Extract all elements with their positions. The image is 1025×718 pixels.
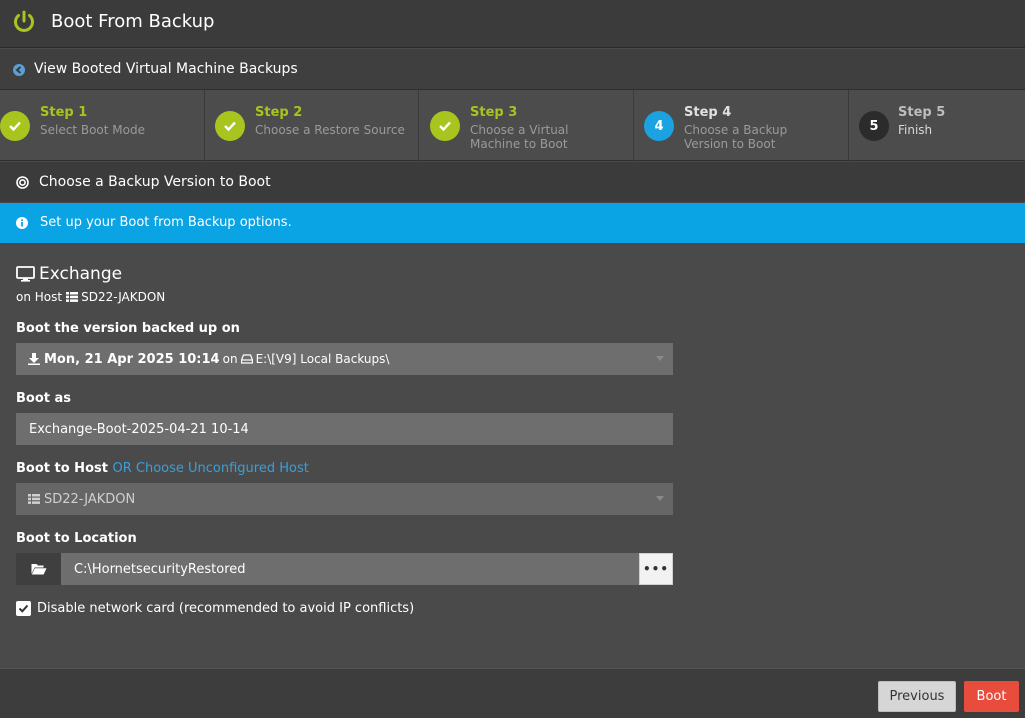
step-description: Choose a Restore Source bbox=[255, 123, 405, 137]
disable-nic-row[interactable]: Disable network card (recommended to avo… bbox=[16, 601, 414, 616]
step-number: 4 bbox=[644, 111, 674, 141]
monitor-icon bbox=[16, 266, 35, 282]
boot-location-input[interactable]: C:\HornetsecurityRestored bbox=[61, 553, 639, 585]
step-label: Step 2 bbox=[255, 105, 303, 120]
server-icon bbox=[28, 494, 40, 504]
step-number: 5 bbox=[859, 111, 889, 141]
info-text: Set up your Boot from Backup options. bbox=[40, 215, 292, 230]
boot-as-label: Boot as bbox=[16, 391, 72, 406]
boot-as-value: Exchange-Boot-2025-04-21 10-14 bbox=[29, 421, 249, 437]
version-date: Mon, 21 Apr 2025 10:14 bbox=[44, 351, 220, 367]
step-label: Step 4 bbox=[684, 105, 732, 120]
check-icon bbox=[18, 604, 29, 613]
hard-drive-icon bbox=[240, 354, 253, 364]
power-icon bbox=[14, 10, 34, 32]
boot-to-host-label: Boot to Host OR Choose Unconfigured Host bbox=[16, 461, 309, 476]
chevron-down-icon bbox=[656, 356, 664, 361]
step-1: Step 1 Select Boot Mode bbox=[0, 90, 205, 161]
step-description: Choose a Virtual Machine to Boot bbox=[470, 123, 569, 151]
step-4: 4 Step 4 Choose a Backup Version to Boot bbox=[634, 90, 849, 161]
target-icon bbox=[16, 176, 29, 189]
step-description: Select Boot Mode bbox=[40, 123, 145, 137]
disable-nic-label: Disable network card (recommended to avo… bbox=[37, 601, 415, 616]
info-banner: Set up your Boot from Backup options. bbox=[0, 203, 1025, 243]
title-bar: Boot From Backup bbox=[0, 0, 1025, 48]
version-label: Boot the version backed up on bbox=[16, 321, 240, 336]
wizard-steps: Step 1 Select Boot Mode Step 2 Choose a … bbox=[0, 90, 1025, 161]
disable-nic-checkbox[interactable] bbox=[16, 601, 31, 616]
step-description: Choose a Backup Version to Boot bbox=[684, 123, 788, 151]
section-title: Choose a Backup Version to Boot bbox=[39, 174, 271, 190]
boot-to-host-select[interactable]: SD22-JAKDON bbox=[16, 483, 673, 515]
step-label: Step 5 bbox=[898, 105, 946, 120]
chevron-down-icon bbox=[656, 496, 664, 501]
check-icon bbox=[215, 111, 245, 141]
host-prefix: on Host bbox=[16, 290, 63, 304]
arrow-left-circle-icon[interactable] bbox=[13, 64, 25, 76]
previous-button[interactable]: Previous bbox=[878, 681, 956, 712]
app-title: Boot From Backup bbox=[51, 11, 215, 32]
check-icon bbox=[430, 111, 460, 141]
section-header: Choose a Backup Version to Boot bbox=[0, 162, 1025, 202]
server-icon bbox=[66, 292, 79, 302]
folder-open-icon bbox=[31, 564, 46, 575]
step-label: Step 1 bbox=[40, 105, 88, 120]
download-icon bbox=[28, 353, 40, 365]
boot-button[interactable]: Boot bbox=[964, 681, 1019, 712]
version-on: on bbox=[222, 352, 238, 366]
backup-version-select[interactable]: Mon, 21 Apr 2025 10:14 on E:\[V9] Local … bbox=[16, 343, 673, 375]
check-icon bbox=[0, 111, 30, 141]
choose-unconfigured-host-link[interactable]: OR Choose Unconfigured Host bbox=[112, 461, 308, 476]
host-name: SD22-JAKDON bbox=[81, 290, 166, 304]
step-5: 5 Step 5 Finish bbox=[849, 90, 1025, 161]
vm-name: Exchange bbox=[39, 264, 123, 284]
step-label: Step 3 bbox=[470, 105, 518, 120]
boot-to-host-text: Boot to Host bbox=[16, 461, 108, 476]
vm-host-line: on Host SD22-JAKDON bbox=[16, 290, 165, 304]
info-icon bbox=[16, 217, 28, 229]
folder-button[interactable] bbox=[16, 553, 61, 585]
boot-location-value: C:\HornetsecurityRestored bbox=[74, 561, 246, 577]
boot-as-input[interactable]: Exchange-Boot-2025-04-21 10-14 bbox=[16, 413, 673, 445]
boot-to-location-label: Boot to Location bbox=[16, 531, 137, 546]
step-2: Step 2 Choose a Restore Source bbox=[205, 90, 419, 161]
browse-button[interactable]: ••• bbox=[639, 553, 673, 585]
host-select-value: SD22-JAKDON bbox=[44, 491, 136, 507]
footer: Previous Boot bbox=[0, 668, 1025, 718]
step-description: Finish bbox=[898, 123, 933, 137]
version-path: E:\[V9] Local Backups\ bbox=[255, 352, 390, 366]
view-booted-vms-link[interactable]: View Booted Virtual Machine Backups bbox=[34, 61, 298, 77]
step-3: Step 3 Choose a Virtual Machine to Boot bbox=[419, 90, 634, 161]
back-bar: View Booted Virtual Machine Backups bbox=[0, 49, 1025, 90]
